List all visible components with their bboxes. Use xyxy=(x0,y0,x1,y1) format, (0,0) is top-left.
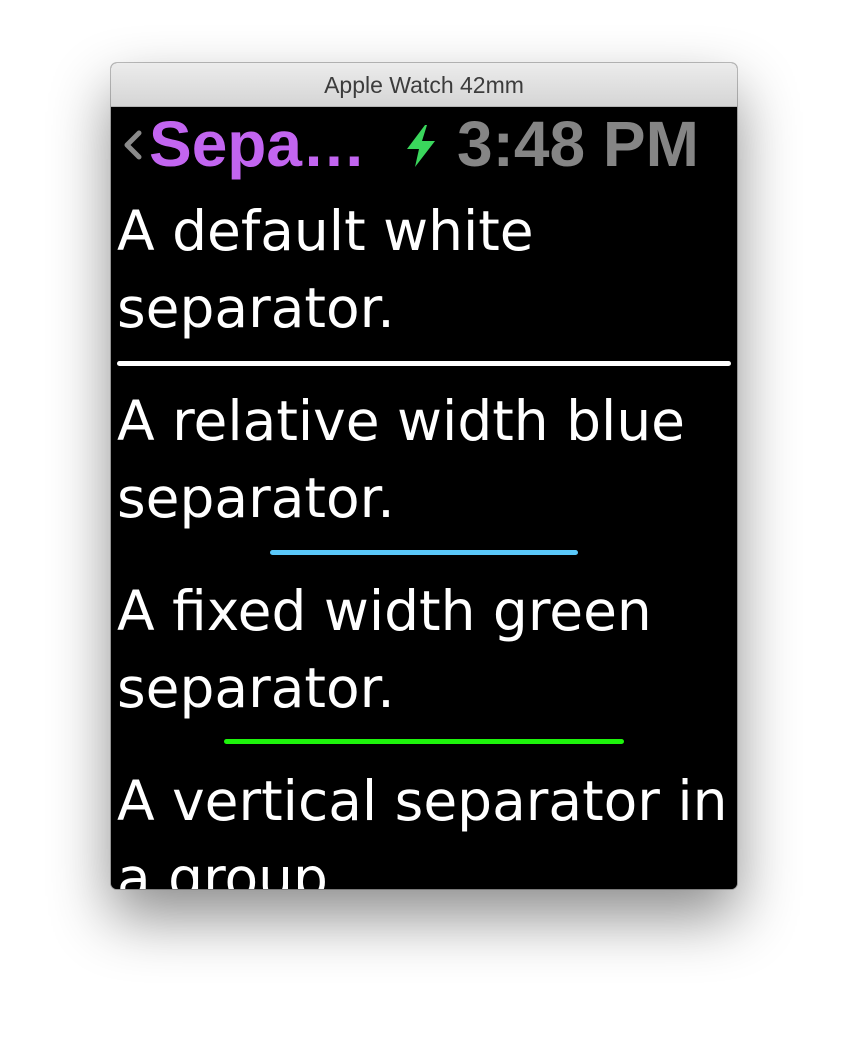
nav-title[interactable]: Sepa… xyxy=(149,109,366,179)
blue-separator xyxy=(270,550,578,555)
window-titlebar[interactable]: Apple Watch 42mm xyxy=(111,63,737,107)
separator-list[interactable]: A default white separator. A relative wi… xyxy=(111,193,737,889)
green-separator xyxy=(224,739,624,744)
list-item xyxy=(111,727,737,763)
lightning-bolt-icon xyxy=(407,125,435,167)
clock-time: 3:48 PM xyxy=(457,108,699,180)
list-item xyxy=(111,347,737,383)
chevron-left-icon[interactable] xyxy=(115,109,149,179)
window-title: Apple Watch 42mm xyxy=(324,72,524,98)
list-item-label: A fixed width green separator. xyxy=(117,579,652,720)
watch-screen[interactable]: Sepa… 3:48 PM A default white separator.… xyxy=(111,107,737,889)
list-item-label: A default white separator. xyxy=(117,199,534,340)
status-bar: Sepa… 3:48 PM xyxy=(111,107,737,193)
simulator-window: Apple Watch 42mm Sepa… 3:48 PM A default… xyxy=(111,63,737,889)
list-item-label: A vertical separator in a group. xyxy=(117,769,728,889)
white-separator xyxy=(117,361,731,366)
list-item xyxy=(111,537,737,573)
list-item-label: A relative width blue separator. xyxy=(117,389,686,530)
